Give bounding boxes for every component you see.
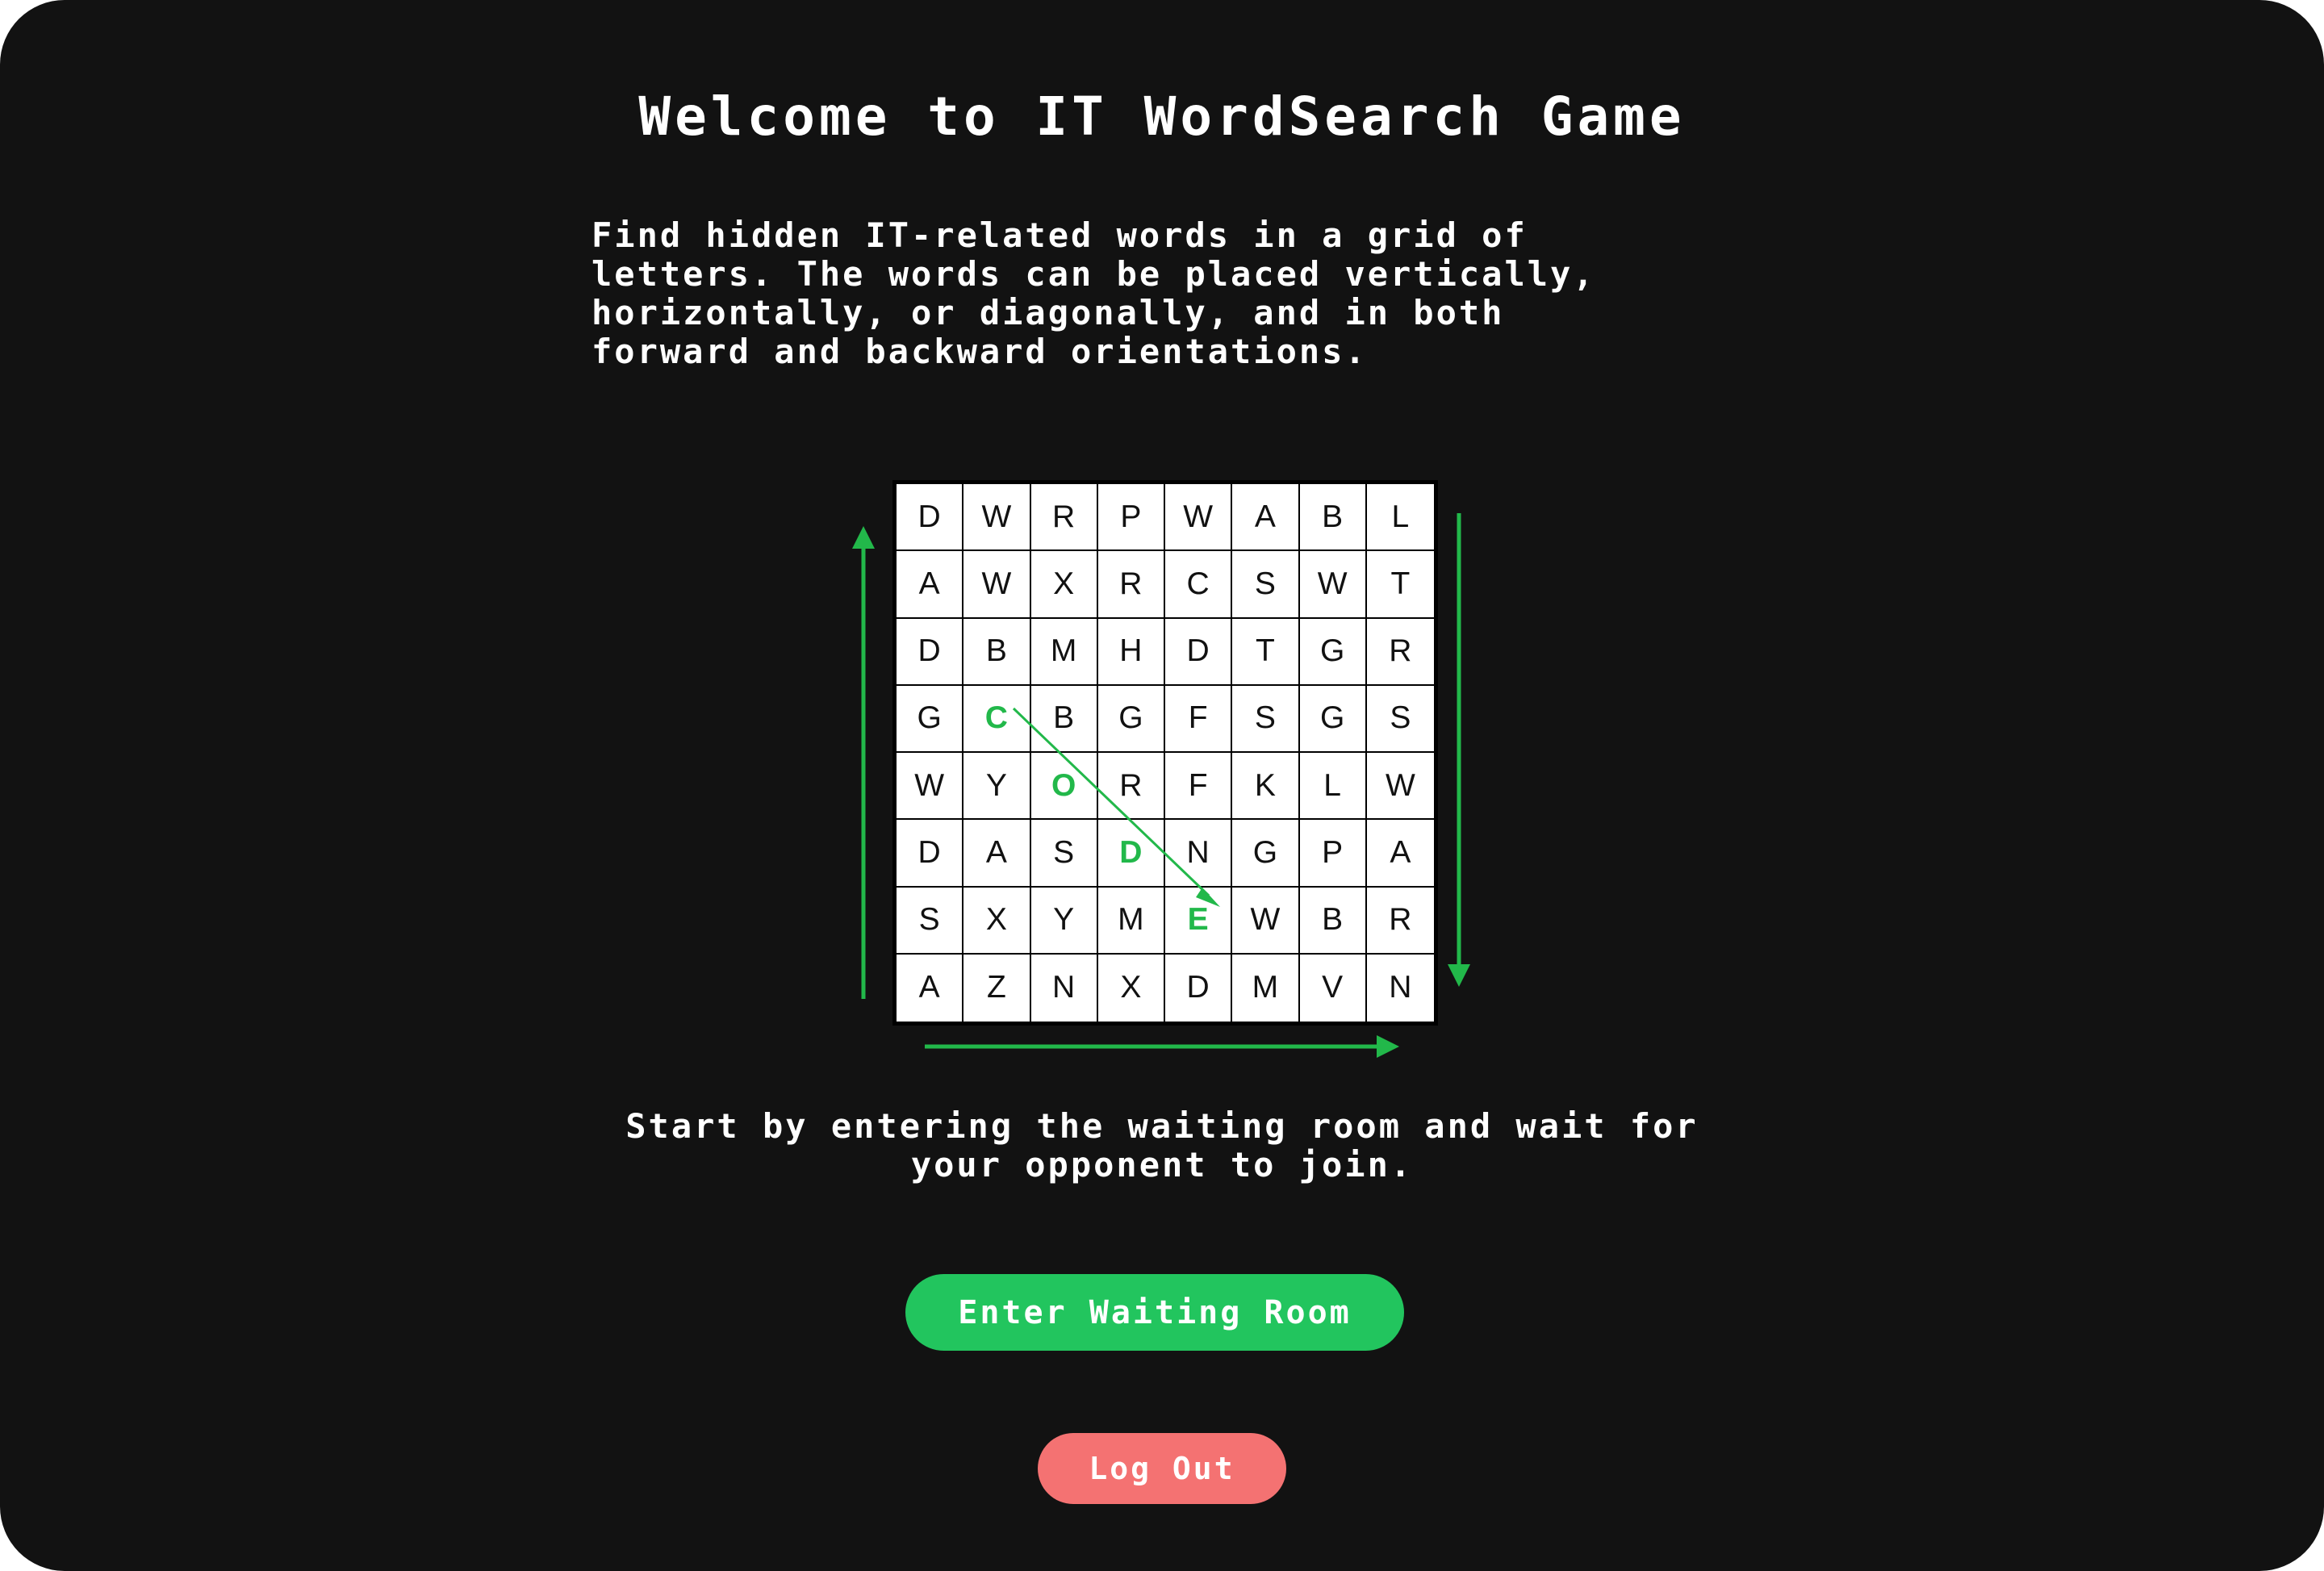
grid-cell[interactable]: T (1232, 618, 1300, 686)
grid-cell[interactable]: G (1299, 618, 1367, 686)
grid-cell[interactable]: D (1165, 618, 1233, 686)
grid-cell[interactable]: W (897, 753, 964, 821)
grid-cell[interactable]: H (1097, 618, 1165, 686)
grid-cell[interactable]: B (963, 618, 1031, 686)
grid-cell[interactable]: F (1165, 685, 1233, 753)
page-title: Welcome to IT WordSearch Game (638, 86, 1686, 148)
grid-cell[interactable]: S (897, 887, 964, 955)
arrow-right-icon (925, 1035, 1399, 1058)
grid-cell[interactable]: P (1299, 820, 1367, 888)
grid-cell[interactable]: D (897, 820, 964, 888)
game-description: Find hidden IT-related words in a grid o… (591, 216, 1802, 371)
grid-cell[interactable]: W (1232, 887, 1300, 955)
grid-cell[interactable]: X (1098, 954, 1165, 1022)
grid-cell[interactable]: P (1097, 484, 1165, 552)
grid-cell[interactable]: L (1366, 484, 1434, 552)
grid-cell[interactable]: L (1299, 753, 1367, 821)
enter-waiting-room-button[interactable]: Enter Waiting Room (905, 1274, 1404, 1351)
grid-cell[interactable]: E (1165, 887, 1233, 955)
grid-cell[interactable]: S (1232, 685, 1300, 753)
grid-cell[interactable]: G (1299, 685, 1367, 753)
grid-cell[interactable]: D (897, 618, 964, 686)
grid-cell[interactable]: N (1031, 954, 1098, 1022)
arrow-up-icon (852, 526, 875, 999)
grid-cell[interactable]: Y (1030, 887, 1098, 955)
grid-cell[interactable]: Z (963, 954, 1031, 1022)
grid-cell[interactable]: R (1097, 753, 1165, 821)
grid-cell[interactable]: N (1367, 955, 1434, 1022)
grid-cell[interactable]: M (1030, 618, 1098, 686)
grid-cell[interactable]: S (1232, 551, 1300, 619)
grid-cell[interactable]: W (963, 551, 1031, 619)
grid-cell[interactable]: G (1232, 820, 1300, 888)
grid-cell[interactable]: M (1232, 954, 1300, 1022)
grid-cell[interactable]: W (1366, 753, 1434, 821)
grid-cell[interactable]: T (1366, 551, 1434, 619)
description-line: letters. The words can be placed vertica… (591, 254, 1596, 294)
grid-cell[interactable]: G (1097, 685, 1165, 753)
grid-cell[interactable]: X (1030, 551, 1098, 619)
description-line: Find hidden IT-related words in a grid o… (591, 215, 1528, 255)
grid-cell[interactable]: A (897, 954, 964, 1022)
grid-cell[interactable]: R (1366, 619, 1434, 686)
grid-cell[interactable]: W (1299, 551, 1367, 619)
grid-cell[interactable]: B (1299, 484, 1367, 552)
grid-cell[interactable]: D (897, 484, 964, 552)
grid-cell[interactable]: Y (963, 753, 1031, 821)
grid-cell[interactable]: D (1165, 954, 1233, 1022)
grid-cell[interactable]: C (963, 685, 1031, 753)
grid-cell[interactable]: S (1030, 820, 1098, 888)
instruction-line: your opponent to join. (910, 1145, 1414, 1185)
grid-cell[interactable]: K (1232, 753, 1300, 821)
grid-cell[interactable]: X (963, 887, 1031, 955)
grid-cell[interactable]: M (1097, 887, 1165, 955)
grid-cell[interactable]: F (1165, 753, 1233, 821)
grid-cell[interactable]: O (1030, 753, 1098, 821)
description-line: forward and backward orientations. (591, 332, 1368, 371)
word-search-grid: DWRPWABLAWXRCSWTDBMHDTGRGCBGFSGSWYORFKLW… (892, 480, 1438, 1026)
grid-cell[interactable]: C (1165, 551, 1233, 619)
grid-cell[interactable]: V (1300, 954, 1367, 1022)
game-screen: Welcome to IT WordSearch Game Find hidde… (0, 0, 2324, 1571)
grid-cell[interactable]: A (1232, 484, 1300, 552)
grid-cell[interactable]: B (1299, 887, 1367, 955)
grid-cell[interactable]: R (1097, 551, 1165, 619)
grid-cell[interactable]: R (1366, 888, 1434, 955)
log-out-button[interactable]: Log Out (1038, 1433, 1286, 1504)
instruction-line: Start by entering the waiting room and w… (625, 1106, 1699, 1146)
grid-cell[interactable]: N (1165, 820, 1233, 888)
arrow-down-icon (1448, 513, 1470, 987)
grid-cell[interactable]: R (1030, 484, 1098, 552)
grid-cell[interactable]: W (1165, 484, 1233, 552)
grid-cell[interactable]: A (897, 551, 964, 619)
grid-cell[interactable]: A (1366, 820, 1434, 888)
grid-cell[interactable]: B (1030, 685, 1098, 753)
instruction-text: Start by entering the waiting room and w… (0, 1107, 2324, 1185)
grid-cell[interactable]: G (897, 685, 964, 753)
grid-cell[interactable]: D (1097, 820, 1165, 888)
grid-cell[interactable]: A (963, 820, 1031, 888)
description-line: horizontally, or diagonally, and in both (591, 293, 1505, 332)
grid-cell[interactable]: W (963, 484, 1031, 552)
grid-cell[interactable]: S (1366, 686, 1434, 753)
